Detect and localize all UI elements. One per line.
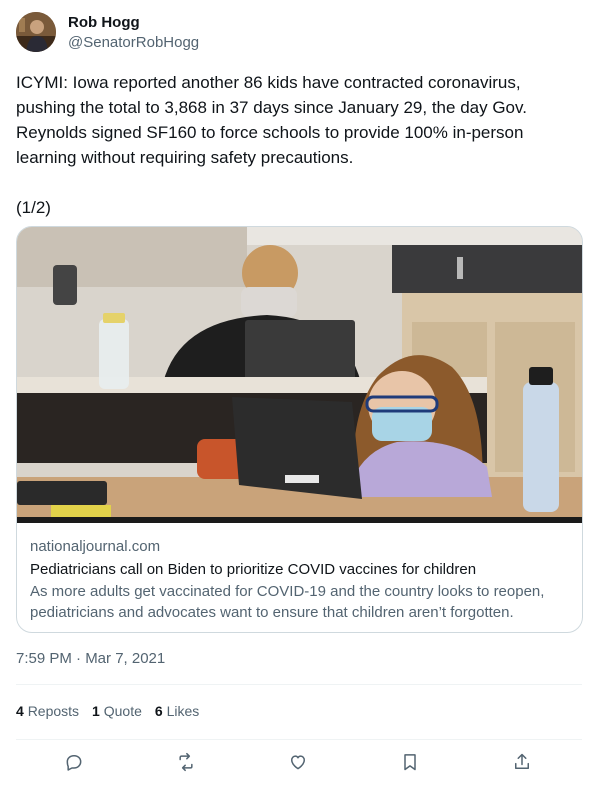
action-bar bbox=[0, 748, 598, 776]
quotes-count: 1 bbox=[92, 703, 100, 719]
tweet-timestamp[interactable]: 7:59 PM · Mar 7, 2021 bbox=[16, 650, 165, 667]
share-icon bbox=[515, 753, 529, 769]
card-domain: nationaljournal.com bbox=[30, 538, 161, 555]
tweet: Rob Hogg @SenatorRobHogg ICYMI: Iowa rep… bbox=[0, 0, 598, 785]
like-icon bbox=[291, 755, 305, 770]
divider-bottom bbox=[16, 739, 582, 740]
reply-button[interactable] bbox=[60, 748, 88, 776]
likes-label: Likes bbox=[166, 703, 200, 719]
author-handle[interactable]: @SenatorRobHogg bbox=[68, 34, 199, 51]
link-card[interactable]: nationaljournal.com Pediatricians call o… bbox=[16, 226, 583, 633]
reposts-label: Reposts bbox=[27, 703, 80, 719]
reposts-stat[interactable]: 4 Reposts bbox=[16, 703, 79, 719]
author-name[interactable]: Rob Hogg bbox=[68, 14, 140, 31]
like-button[interactable] bbox=[284, 748, 312, 776]
card-image bbox=[17, 227, 582, 523]
bookmark-button[interactable] bbox=[396, 748, 424, 776]
reply-icon bbox=[66, 755, 82, 771]
card-title: Pediatricians call on Biden to prioritiz… bbox=[30, 561, 477, 578]
card-meta: nationaljournal.com Pediatricians call o… bbox=[30, 537, 570, 623]
divider-top bbox=[16, 684, 582, 685]
reposts-count: 4 bbox=[16, 703, 24, 719]
avatar[interactable] bbox=[16, 12, 56, 52]
likes-stat[interactable]: 6 Likes bbox=[155, 703, 199, 719]
engagement-stats: 4 Reposts 1 Quote 6 Likes bbox=[16, 703, 199, 719]
share-button[interactable] bbox=[508, 748, 536, 776]
avatar-image bbox=[16, 12, 56, 52]
likes-count: 6 bbox=[154, 703, 163, 719]
tweet-body: ICYMI: Iowa reported another 86 kids hav… bbox=[16, 73, 527, 167]
repost-button[interactable] bbox=[172, 748, 200, 776]
repost-icon bbox=[179, 752, 193, 772]
quotes-label: Quote bbox=[103, 703, 142, 719]
thread-part: (1/2) bbox=[16, 198, 51, 217]
tweet-text: ICYMI: Iowa reported another 86 kids hav… bbox=[16, 70, 582, 220]
bookmark-icon bbox=[404, 754, 416, 771]
quotes-stat[interactable]: 1 Quote bbox=[92, 703, 142, 719]
card-description: As more adults get vaccinated for COVID-… bbox=[30, 583, 545, 621]
